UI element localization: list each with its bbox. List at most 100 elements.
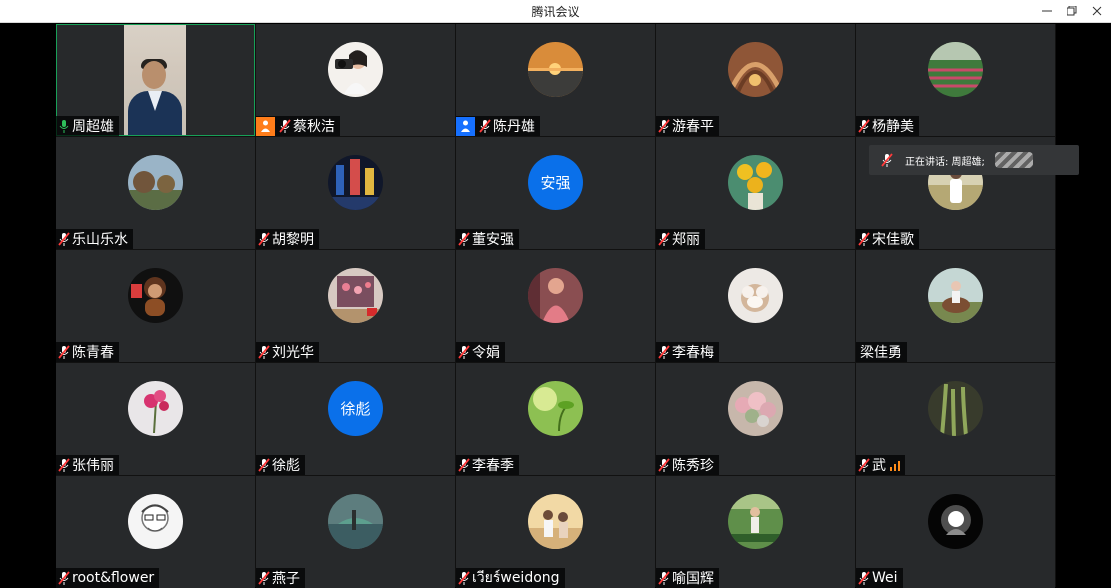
participant-name-label: 乐山乐水 — [56, 229, 133, 249]
participant-name-label: 蔡秋洁 — [256, 116, 340, 136]
avatar — [528, 381, 583, 436]
participant-name-label: 李春梅 — [656, 342, 719, 362]
restore-icon — [1067, 6, 1077, 16]
host-badge — [256, 116, 275, 136]
microphone-muted-icon — [457, 570, 471, 586]
participant-tile[interactable]: 郑丽 — [656, 137, 855, 249]
participant-tile[interactable]: 徐彪 徐彪 — [256, 363, 455, 475]
microphone-muted-icon — [478, 118, 492, 134]
participant-tile[interactable]: 喻国辉 — [656, 476, 855, 588]
avatar — [128, 155, 183, 210]
microphone-muted-icon — [457, 344, 471, 360]
title-bar: 腾讯会议 — [0, 0, 1111, 23]
avatar — [728, 381, 783, 436]
participant-tile[interactable]: 安强 董安强 — [456, 137, 655, 249]
avatar — [528, 494, 583, 549]
microphone-muted-icon — [57, 231, 71, 247]
microphone-muted-icon — [57, 457, 71, 473]
participant-name-label: root&flower — [56, 568, 160, 588]
avatar — [528, 42, 583, 97]
participant-name-label: 梁佳勇 — [856, 342, 907, 362]
microphone-muted-icon — [257, 457, 271, 473]
participant-name-label: 陈秀珍 — [656, 455, 719, 475]
avatar — [128, 268, 183, 323]
avatar — [128, 381, 183, 436]
participant-name-label: 刘光华 — [256, 342, 319, 362]
minimize-button[interactable] — [1033, 0, 1061, 22]
microphone-muted-icon — [857, 118, 871, 134]
participant-name-label: Wei — [856, 568, 903, 588]
participant-name-label: 徐彪 — [256, 455, 305, 475]
microphone-muted-icon — [657, 231, 671, 247]
microphone-muted-icon — [457, 457, 471, 473]
avatar — [928, 42, 983, 97]
participant-name-label: 宋佳歌 — [856, 229, 919, 249]
avatar — [328, 155, 383, 210]
participant-tile[interactable]: 蔡秋洁 — [256, 24, 455, 136]
participant-name-label: 燕子 — [256, 568, 305, 588]
participant-name-label: 游春平 — [656, 116, 719, 136]
participant-name-label: 杨静美 — [856, 116, 919, 136]
blurred-name-icon — [994, 152, 1033, 168]
participant-name-label: เวียร์weidong — [456, 568, 565, 588]
close-button[interactable] — [1083, 0, 1111, 22]
avatar — [128, 494, 183, 549]
cohost-badge — [456, 116, 475, 136]
microphone-muted-icon — [278, 118, 292, 134]
participant-tile[interactable]: Wei — [856, 476, 1055, 588]
window-title: 腾讯会议 — [531, 5, 580, 19]
microphone-muted-icon — [657, 457, 671, 473]
participant-name-label: 胡黎明 — [256, 229, 319, 249]
participant-name-label: 喻国辉 — [656, 568, 719, 588]
participant-tile[interactable]: 乐山乐水 — [56, 137, 255, 249]
participant-tile[interactable]: 武 — [856, 363, 1055, 475]
avatar — [328, 268, 383, 323]
microphone-muted-icon — [257, 570, 271, 586]
participant-tile[interactable]: 燕子 — [256, 476, 455, 588]
avatar — [928, 268, 983, 323]
close-icon — [1092, 6, 1102, 16]
participant-tile[interactable]: 李春季 — [456, 363, 655, 475]
microphone-muted-icon — [880, 152, 894, 168]
participant-tile[interactable]: 令娟 — [456, 250, 655, 362]
participant-tile[interactable]: 张伟丽 — [56, 363, 255, 475]
participant-tile[interactable]: root&flower — [56, 476, 255, 588]
participant-tile[interactable]: เวียร์weidong — [456, 476, 655, 588]
participant-tile[interactable]: 陈秀珍 — [656, 363, 855, 475]
restore-button[interactable] — [1058, 0, 1086, 22]
avatar — [328, 42, 383, 97]
participant-tile[interactable]: 刘光华 — [256, 250, 455, 362]
participant-tile[interactable]: 杨静美 — [856, 24, 1055, 136]
avatar — [728, 42, 783, 97]
participant-tile[interactable]: 陈丹雄 — [456, 24, 655, 136]
microphone-muted-icon — [57, 344, 71, 360]
network-signal-icon — [890, 460, 900, 471]
participant-tile-active-speaker[interactable]: 周超雄 — [56, 24, 255, 136]
microphone-muted-icon — [657, 344, 671, 360]
participant-tile[interactable]: 李春梅 — [656, 250, 855, 362]
avatar — [528, 268, 583, 323]
participant-tile[interactable]: 游春平 — [656, 24, 855, 136]
participant-name-label: 陈青春 — [56, 342, 119, 362]
speaking-indicator-text: 正在讲话: 周超雄; — [905, 156, 985, 168]
avatar — [928, 494, 983, 549]
avatar-text: 安强 — [528, 155, 583, 210]
minimize-icon — [1042, 10, 1052, 12]
avatar — [328, 494, 383, 549]
participant-tile[interactable]: 胡黎明 — [256, 137, 455, 249]
microphone-muted-icon — [657, 570, 671, 586]
microphone-muted-icon — [857, 457, 871, 473]
participant-name-label: 李春季 — [456, 455, 519, 475]
microphone-muted-icon — [457, 231, 471, 247]
microphone-muted-icon — [857, 570, 871, 586]
participant-tile[interactable]: 陈青春 — [56, 250, 255, 362]
microphone-muted-icon — [657, 118, 671, 134]
participant-tile[interactable]: 梁佳勇 — [856, 250, 1055, 362]
participant-name-label: 陈丹雄 — [456, 116, 540, 136]
participant-name-label: 周超雄 — [56, 116, 119, 136]
avatar — [928, 381, 983, 436]
microphone-muted-icon — [57, 570, 71, 586]
microphone-muted-icon — [857, 231, 871, 247]
participant-name-label: 武 — [856, 455, 905, 475]
microphone-on-icon — [57, 118, 71, 134]
